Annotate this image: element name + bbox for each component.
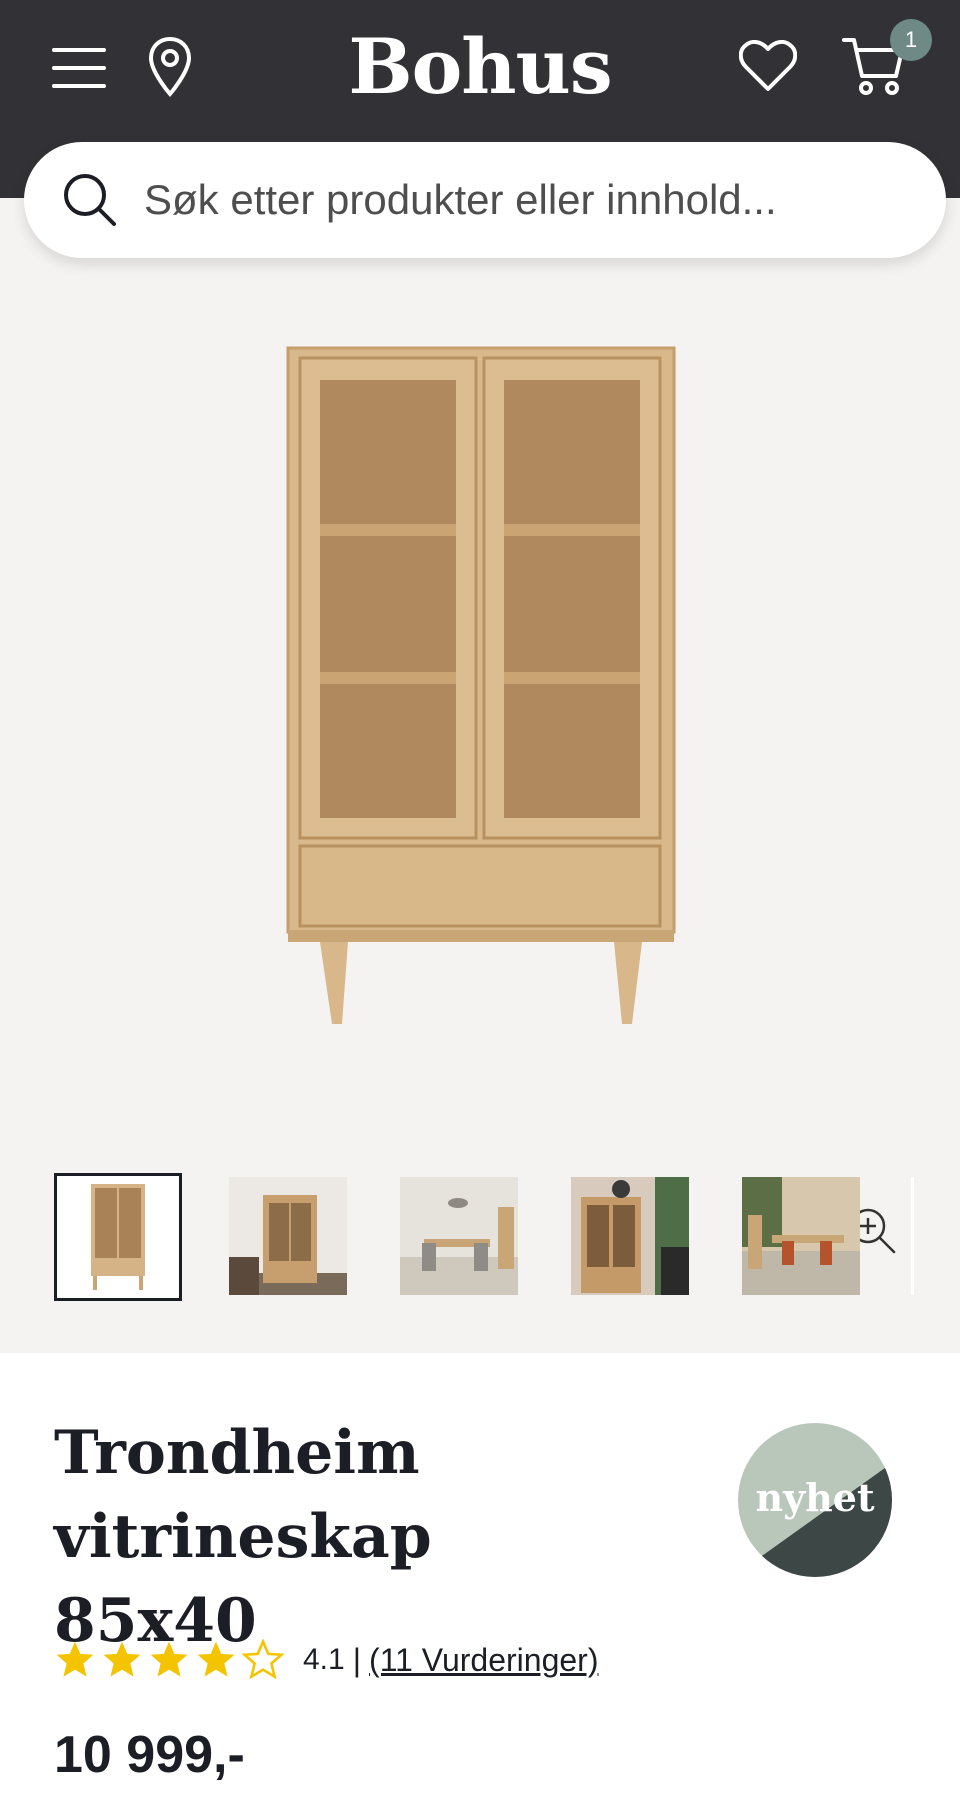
new-badge: nyhet (738, 1423, 892, 1577)
heart-icon[interactable] (738, 38, 798, 94)
reviews-link[interactable]: (11 Vurderinger) (369, 1642, 598, 1679)
star-filled-icon (103, 1641, 141, 1677)
bohus-logo[interactable]: Bohus (0, 22, 960, 111)
product-info: Trondheim vitrineskap 85x40 nyhet 4.1 | … (0, 1353, 960, 1817)
search-icon[interactable] (58, 168, 122, 232)
product-rating: 4.1 | (11 Vurderinger) (54, 1638, 598, 1682)
rating-value: 4.1 (303, 1643, 345, 1676)
thumbnail-5[interactable] (742, 1177, 860, 1295)
thumbnail-1[interactable] (54, 1173, 182, 1301)
thumbnail-strip-edge (911, 1177, 914, 1295)
search-input[interactable] (142, 175, 906, 225)
new-badge-label: nyhet (755, 1475, 875, 1520)
thumbnail-4[interactable] (571, 1177, 689, 1295)
product-title-line-1: Trondheim (54, 1418, 420, 1488)
star-filled-icon (56, 1641, 94, 1677)
cart-count-badge: 1 (890, 19, 932, 61)
product-price: 10 999,- (54, 1726, 245, 1784)
search-bar (24, 142, 946, 258)
rating-separator: | (352, 1641, 362, 1678)
star-filled-icon (197, 1641, 235, 1677)
thumbnail-3[interactable] (400, 1177, 518, 1295)
star-filled-icon (150, 1641, 188, 1677)
product-main-image[interactable] (270, 338, 690, 1043)
product-gallery (0, 198, 960, 1353)
thumbnail-strip (0, 1173, 960, 1303)
product-title: Trondheim vitrineskap 85x40 (54, 1411, 654, 1663)
star-empty-icon (242, 1639, 284, 1680)
thumbnail-2[interactable] (229, 1177, 347, 1295)
